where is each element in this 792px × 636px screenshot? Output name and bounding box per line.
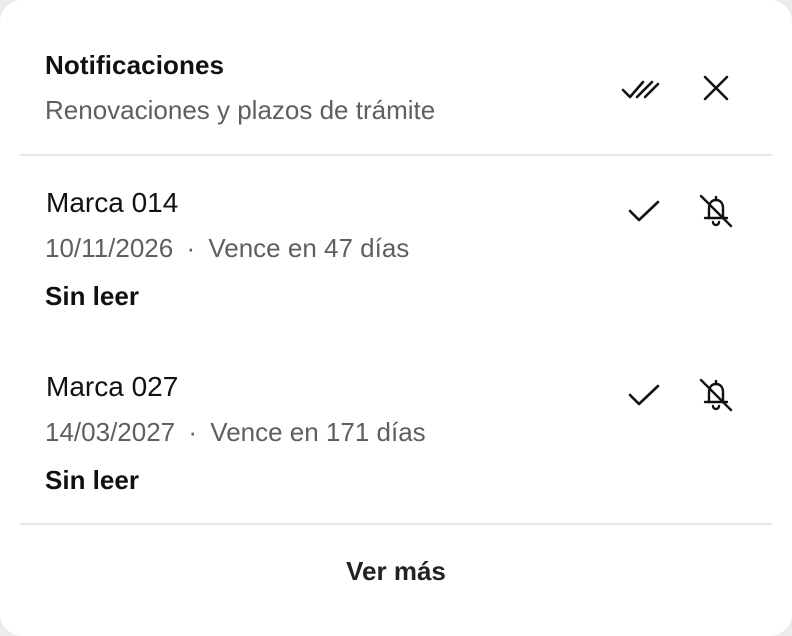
panel-title: Notificaciones: [45, 50, 225, 80]
check-icon: [628, 200, 660, 222]
meta-separator: ·: [186, 233, 196, 263]
bell-off-icon: [699, 194, 733, 228]
header-divider: [20, 154, 772, 156]
mark-all-read-button[interactable]: [616, 66, 664, 114]
meta-separator: ·: [188, 417, 198, 447]
mute-button[interactable]: [692, 371, 740, 419]
check-icon: [628, 384, 660, 406]
panel-header: Notificaciones Renovaciones y plazos de …: [0, 0, 792, 156]
see-more-link[interactable]: Ver más: [0, 528, 792, 614]
panel-subtitle: Renovaciones y plazos de trámite: [45, 95, 436, 125]
notification-due: Vence en 171 días: [210, 417, 426, 447]
mute-button[interactable]: [692, 187, 740, 235]
close-button[interactable]: [692, 64, 740, 112]
notifications-panel: Notificaciones Renovaciones y plazos de …: [0, 0, 792, 636]
notification-title: Marca 027: [46, 371, 179, 402]
close-icon: [703, 75, 729, 101]
notification-date: 10/11/2026: [45, 233, 174, 263]
notification-due: Vence en 47 días: [208, 233, 410, 263]
mark-read-button[interactable]: [620, 187, 668, 235]
footer-divider: [20, 523, 772, 525]
bell-off-icon: [699, 378, 733, 412]
notification-date: 14/03/2027: [45, 417, 176, 447]
notification-item[interactable]: Marca 014 10/11/2026 · Vence en 47 días …: [0, 187, 792, 367]
notification-meta: 10/11/2026 · Vence en 47 días: [45, 233, 409, 264]
double-check-icon: [621, 80, 660, 99]
notification-status: Sin leer: [45, 281, 139, 311]
mark-read-button[interactable]: [620, 371, 668, 419]
notification-title: Marca 014: [46, 187, 179, 218]
notification-status: Sin leer: [45, 465, 139, 495]
notification-meta: 14/03/2027 · Vence en 171 días: [45, 417, 426, 448]
